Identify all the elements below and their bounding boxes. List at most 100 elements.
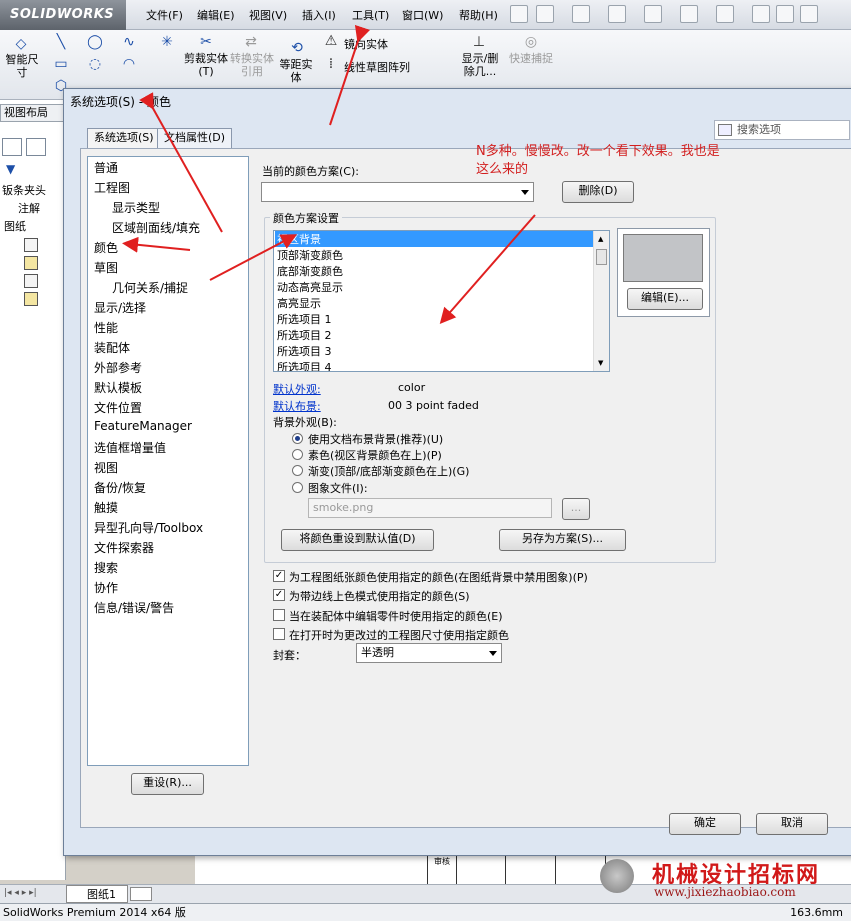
radio-plain-bg[interactable] (292, 449, 303, 460)
quick-snaps-button[interactable]: 快速捕捉 (508, 52, 554, 65)
menu-window[interactable]: 窗口(W) (402, 7, 443, 23)
color-item-selected-2[interactable]: 所选项目 2 (277, 327, 332, 343)
tab-document-properties[interactable]: 文档属性(D) (157, 128, 233, 148)
file-properties-icon[interactable] (776, 5, 794, 23)
arc-icon[interactable]: ◠ (120, 56, 138, 72)
category-colors[interactable]: 颜色 (94, 239, 118, 256)
save-as-scheme-button[interactable]: 另存为方案(S)... (499, 529, 626, 551)
radio-gradient-bg[interactable] (292, 465, 303, 476)
current-scheme-select[interactable] (261, 182, 534, 202)
feature-manager-tab-icon[interactable] (2, 138, 22, 156)
envelope-select[interactable]: 半透明 (356, 643, 502, 663)
select-pointer-icon[interactable] (716, 5, 734, 23)
category-backup-recover[interactable]: 备份/恢复 (94, 479, 146, 496)
category-hole-wizard-toolbox[interactable]: 异型孔向导/Toolbox (94, 519, 203, 536)
category-file-explorer[interactable]: 文件探索器 (94, 539, 154, 556)
options-icon[interactable] (800, 5, 818, 23)
filter-icon[interactable]: ▼ (6, 162, 15, 176)
category-collaboration[interactable]: 协作 (94, 579, 118, 596)
drawing-view-icon[interactable] (24, 274, 38, 288)
new-document-icon[interactable] (536, 5, 554, 23)
convert-entities-button[interactable]: 转换实体引用 (230, 52, 274, 78)
category-drawings[interactable]: 工程图 (94, 179, 130, 196)
undo-icon[interactable] (680, 5, 698, 23)
tab-system-options[interactable]: 系统选项(S) (87, 128, 161, 149)
default-appearance-link[interactable]: 默认外观: (273, 381, 321, 397)
radio-document-scene-bg[interactable] (292, 433, 303, 444)
category-general[interactable]: 普通 (94, 159, 118, 176)
menu-view[interactable]: 视图(V) (249, 7, 287, 23)
edit-color-button[interactable]: 编辑(E)... (627, 288, 703, 310)
color-item-selected-1[interactable]: 所选项目 1 (277, 311, 332, 327)
category-touch[interactable]: 触摸 (94, 499, 118, 516)
color-item-viewport-background[interactable]: 视区背景 (275, 231, 594, 247)
rectangle-icon[interactable]: ▭ (52, 56, 70, 72)
menu-file[interactable]: 文件(F) (146, 7, 183, 23)
category-default-templates[interactable]: 默认模板 (94, 379, 142, 396)
category-spin-box-increments[interactable]: 选值框增量值 (94, 439, 166, 456)
sheet-tab[interactable]: 图纸1 (66, 885, 128, 903)
drawing-view-icon[interactable] (24, 256, 38, 270)
offset-entities-button[interactable]: 等距实体 (276, 58, 316, 84)
default-scene-link[interactable]: 默认布景: (273, 398, 321, 414)
category-featuremanager[interactable]: FeatureManager (94, 419, 192, 433)
category-view[interactable]: 视图 (94, 459, 118, 476)
offset-icon[interactable]: ⟲ (288, 40, 306, 56)
category-assemblies[interactable]: 装配体 (94, 339, 130, 356)
color-item-dynamic-highlight[interactable]: 动态高亮显示 (277, 279, 343, 295)
category-relations-snaps[interactable]: 几何关系/捕捉 (112, 279, 188, 296)
show-delete-relations-icon[interactable]: ⊥ (470, 34, 488, 50)
property-manager-tab-icon[interactable] (26, 138, 46, 156)
drawing-view-icon[interactable] (24, 292, 38, 306)
color-item-selected-3[interactable]: 所选项目 3 (277, 343, 332, 359)
line-icon[interactable]: ╲ (52, 34, 70, 50)
print-icon[interactable] (644, 5, 662, 23)
category-external-references[interactable]: 外部参考 (94, 359, 142, 376)
tab-view-layout[interactable]: 视图布局 (0, 104, 64, 122)
ok-button[interactable]: 确定 (669, 813, 741, 835)
category-performance[interactable]: 性能 (94, 319, 118, 336)
menu-help[interactable]: 帮助(H) (459, 7, 498, 23)
browse-button[interactable]: ... (562, 498, 590, 520)
mirror-warning-icon[interactable]: ⚠ (322, 33, 340, 49)
category-display-style[interactable]: 显示类型 (112, 199, 160, 216)
category-search[interactable]: 搜索 (94, 559, 118, 576)
save-icon[interactable] (608, 5, 626, 23)
trim-entities-button[interactable]: 剪裁实体(T) (184, 52, 228, 78)
delete-scheme-button[interactable]: 删除(D) (562, 181, 634, 203)
tree-item[interactable]: 图纸 (4, 218, 26, 234)
traffic-light-icon[interactable] (752, 5, 770, 23)
pin-icon[interactable] (510, 5, 528, 23)
linear-pattern-button[interactable]: 线性草图阵列 (344, 59, 410, 75)
scrollbar-thumb[interactable] (596, 249, 607, 265)
color-item-highlight[interactable]: 高亮显示 (277, 295, 321, 311)
category-display-selection[interactable]: 显示/选择 (94, 299, 146, 316)
trim-icon[interactable]: ✂ (196, 34, 216, 50)
category-messages-errors[interactable]: 信息/错误/警告 (94, 599, 174, 616)
linear-pattern-icon[interactable]: ⁞ (322, 56, 340, 72)
solidworks-logo[interactable]: SOLIDWORKS (0, 0, 126, 30)
cancel-button[interactable]: 取消 (756, 813, 828, 835)
radio-image-file-bg[interactable] (292, 482, 303, 493)
drawing-view-icon[interactable] (24, 238, 38, 252)
checkbox-edit-part-color[interactable] (273, 609, 285, 621)
sheet-navigation-arrows[interactable]: |◂ ◂ ▸ ▸| (4, 888, 60, 900)
smart-dimension-icon[interactable]: ◇ (8, 36, 34, 52)
spline-icon[interactable]: ∿ (120, 34, 138, 50)
show-delete-relations-button[interactable]: 显示/删除几... (458, 52, 502, 78)
image-file-input[interactable]: smoke.png (308, 498, 552, 518)
mirror-entities-button[interactable]: 镜向实体 (344, 36, 388, 52)
color-list-scrollbar[interactable]: ▲ ▼ (593, 231, 609, 371)
category-file-locations[interactable]: 文件位置 (94, 399, 142, 416)
search-options-input[interactable]: 搜索选项 (714, 120, 850, 140)
checkbox-changed-dims-color[interactable] (273, 628, 285, 640)
menu-tools[interactable]: 工具(T) (352, 7, 389, 23)
color-item-bottom-gradient[interactable]: 底部渐变颜色 (277, 263, 343, 279)
circle-icon[interactable]: ◯ (86, 34, 104, 50)
scroll-down-icon[interactable]: ▼ (598, 359, 603, 367)
reset-button[interactable]: 重设(R)... (131, 773, 204, 795)
checkbox-shaded-edges-color[interactable]: ✓ (273, 589, 285, 601)
open-folder-icon[interactable] (572, 5, 590, 23)
tree-item[interactable]: 钣条夹头 (2, 182, 46, 198)
menu-insert[interactable]: 插入(I) (302, 7, 336, 23)
